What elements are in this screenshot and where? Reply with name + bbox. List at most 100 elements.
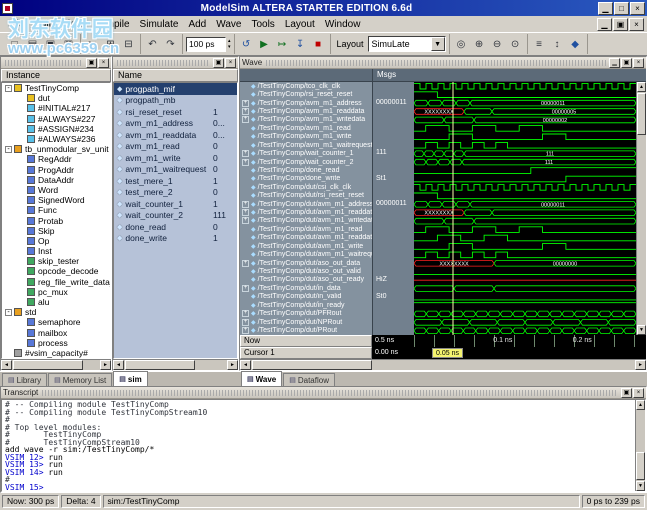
hscroll-thumb[interactable]	[125, 360, 195, 370]
wave-signal-name[interactable]: ◆/TestTinyComp/avm_m1_write	[240, 133, 372, 141]
wave-signal-value[interactable]: HiZ	[373, 276, 414, 284]
menu-simulate[interactable]: Simulate	[135, 18, 184, 31]
tree-item[interactable]: #vsim_capacity#	[2, 348, 110, 358]
transcript-vscrollbar[interactable]: ▲ ▼	[635, 400, 645, 491]
waveform-canvas[interactable]: 00000011XXXXXXXX000000050000000211111100…	[414, 82, 636, 335]
tree-item[interactable]: opcode_decode	[2, 266, 110, 276]
expand-icon[interactable]: +	[242, 116, 249, 123]
tree-item[interactable]: #ALWAYS#236	[2, 134, 110, 144]
tab-library[interactable]: ▤Library	[2, 373, 47, 386]
tree-item[interactable]: SignedWord	[2, 195, 110, 205]
tab-memory-list[interactable]: ▤Memory List	[48, 373, 112, 386]
tree-item[interactable]: -std	[2, 307, 110, 317]
scroll-left-icon[interactable]: ◄	[1, 360, 12, 370]
wave-signal-name[interactable]: +◆/TestTinyComp/dut/aso_out_data	[240, 259, 372, 267]
wave-signal-value[interactable]	[373, 301, 414, 309]
transcript-dock-button[interactable]: ▣	[621, 388, 632, 398]
wave-signal-value[interactable]	[373, 217, 414, 225]
new-file-icon[interactable]: □	[6, 36, 23, 53]
find-icon[interactable]: ◎	[453, 36, 470, 53]
expand-icon[interactable]: +	[242, 327, 249, 334]
now-ruler[interactable]: 0.5 ns 0.1 ns0.2 ns	[372, 335, 646, 347]
msgs-header[interactable]: Msgs	[372, 69, 414, 81]
objects-close-button[interactable]: ×	[225, 58, 236, 68]
wave-signal-name[interactable]: ◆/TestTinyComp/dut/csi_clk_clk	[240, 183, 372, 191]
wave-edit-icon[interactable]: ≡	[531, 36, 548, 53]
wave-signal-name[interactable]: ◆/TestTinyComp/dut/avm_m1_waitrequest	[240, 250, 372, 258]
expand-collapse-icon[interactable]: -	[5, 146, 12, 153]
zoom-full-icon[interactable]: ⊙	[507, 36, 524, 53]
tree-item[interactable]: Inst	[2, 246, 110, 256]
wave-signal-value[interactable]	[373, 208, 414, 216]
break-icon[interactable]: ■	[310, 36, 327, 53]
tree-item[interactable]: ProgAddr	[2, 165, 110, 175]
undo-icon[interactable]: ↶	[144, 36, 161, 53]
tree-item[interactable]: Func	[2, 205, 110, 215]
menu-file[interactable]: File	[3, 18, 29, 31]
cursor-label[interactable]: Cursor 1	[240, 347, 372, 359]
expand-collapse-icon[interactable]: -	[5, 309, 12, 316]
wave-signal-value[interactable]	[373, 234, 414, 242]
wave-signal-value[interactable]: 00000011	[373, 99, 414, 107]
object-row[interactable]: ◆avm_m1_readdata0...	[114, 129, 237, 141]
object-row[interactable]: ◆progpath_mb	[114, 95, 237, 107]
wave-minimize-button[interactable]: ▁	[609, 58, 620, 68]
object-row[interactable]: ◆progpath_mif	[114, 83, 237, 95]
wave-signal-value[interactable]	[373, 326, 414, 334]
layout-select[interactable]: SimuLate▼	[368, 36, 446, 52]
wave-signal-name[interactable]: ◆/TestTinyComp/rsi_reset_reset	[240, 90, 372, 98]
expand-icon[interactable]: +	[242, 217, 249, 224]
tree-item[interactable]: -TestTinyComp	[2, 83, 110, 93]
tab-sim[interactable]: ▤sim	[113, 371, 147, 386]
menu-add[interactable]: Add	[183, 18, 211, 31]
mdi-close-button[interactable]: ×	[629, 18, 644, 31]
open-file-icon[interactable]: ▤	[24, 36, 41, 53]
expand-icon[interactable]: +	[242, 100, 249, 107]
expand-icon[interactable]: +	[242, 159, 249, 166]
wave-signal-value[interactable]	[373, 309, 414, 317]
tree-item[interactable]: Skip	[2, 226, 110, 236]
instance-hscrollbar[interactable]: ◄ ►	[1, 359, 111, 370]
zoom-out-icon[interactable]: ⊖	[489, 36, 506, 53]
wave-signal-name[interactable]: ◆/TestTinyComp/dut/avm_m1_write	[240, 242, 372, 250]
instance-close-button[interactable]: ×	[98, 58, 109, 68]
wave-signal-name[interactable]: ◆/TestTinyComp/done_write	[240, 175, 372, 183]
tree-item[interactable]: #INITIAL#217	[2, 103, 110, 113]
object-row[interactable]: ◆avm_m1_read0	[114, 141, 237, 153]
tree-item[interactable]: #ALWAYS#227	[2, 114, 110, 124]
step-icon[interactable]: ↧	[292, 36, 309, 53]
wave-hscrollbar[interactable]: ◄ ►	[240, 359, 646, 370]
scroll-down-icon[interactable]: ▼	[636, 481, 645, 491]
wave-signal-value[interactable]	[373, 225, 414, 233]
wave-signal-name[interactable]: +◆/TestTinyComp/avm_m1_writedata	[240, 116, 372, 124]
paste-icon[interactable]: ⊟	[120, 36, 137, 53]
tree-item[interactable]: mailbox	[2, 328, 110, 338]
objects-column-header[interactable]: Name	[113, 69, 238, 82]
tree-item[interactable]: RegAddr	[2, 154, 110, 164]
object-row[interactable]: ◆done_write1	[114, 233, 237, 245]
wave-signal-value[interactable]	[373, 267, 414, 275]
instance-dock-button[interactable]: ▣	[86, 58, 97, 68]
wave-signal-value[interactable]	[373, 284, 414, 292]
wave-signal-name[interactable]: +◆/TestTinyComp/wait_counter_2	[240, 158, 372, 166]
wave-signal-name[interactable]: ◆/TestTinyComp/avm_m1_read	[240, 124, 372, 132]
tab-dataflow[interactable]: ▤Dataflow	[283, 373, 335, 386]
object-row[interactable]: ◆avm_m1_waitrequest0	[114, 164, 237, 176]
wave-signal-value[interactable]	[373, 166, 414, 174]
wave-vscrollbar[interactable]: ▲ ▼	[636, 82, 646, 335]
objects-dock-button[interactable]: ▣	[213, 58, 224, 68]
scroll-right-icon[interactable]: ►	[635, 360, 646, 370]
wave-signal-value[interactable]	[373, 90, 414, 98]
wave-signal-name[interactable]: ◆/TestTinyComp/dut/aso_out_ready	[240, 276, 372, 284]
wave-signal-value[interactable]	[373, 107, 414, 115]
expand-icon[interactable]: +	[242, 285, 249, 292]
object-row[interactable]: ◆test_mere_11	[114, 175, 237, 187]
object-row[interactable]: ◆done_read0	[114, 221, 237, 233]
wave-signal-name[interactable]: ◆/TestTinyComp/dut/rsi_reset_reset	[240, 191, 372, 199]
tree-item[interactable]: pc_mux	[2, 287, 110, 297]
cursor-position-badge[interactable]: 0.05 ns	[432, 348, 463, 358]
menu-view[interactable]: View	[56, 18, 88, 31]
vscroll-thumb[interactable]	[637, 93, 646, 135]
transcript-titlebar[interactable]: Transcript ▣ ×	[1, 387, 646, 399]
wave-signal-value[interactable]	[373, 124, 414, 132]
